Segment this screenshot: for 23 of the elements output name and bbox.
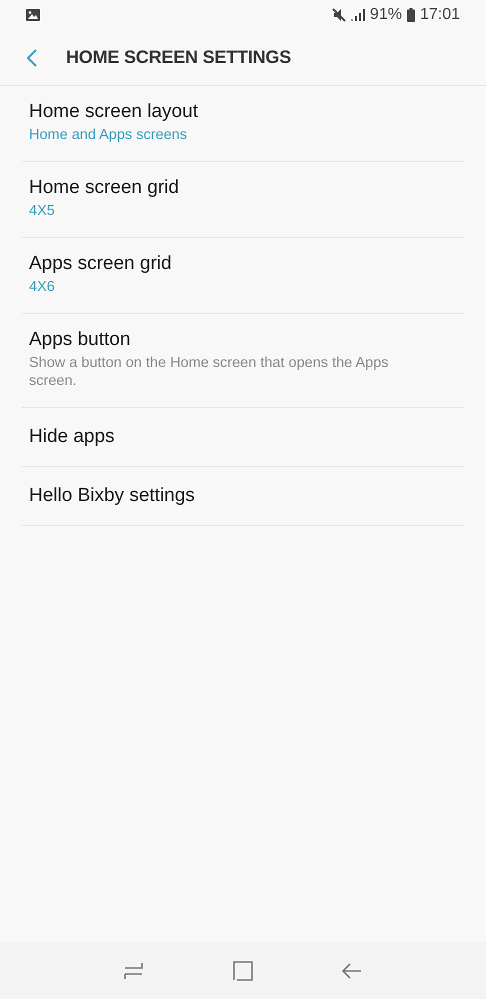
item-title: Home screen grid	[29, 177, 180, 199]
clock: 17:01	[420, 6, 460, 24]
signal-icon	[350, 9, 365, 21]
settings-item[interactable]: Apps screen grid 4X6	[22, 238, 464, 314]
image-icon	[26, 9, 40, 21]
item-value: Home and Apps screens	[29, 126, 188, 144]
item-title: Hello Bixby settings	[29, 485, 196, 507]
settings-item[interactable]: Hello Bixby settings	[22, 467, 464, 526]
item-description: Show a button on the Home screen that opens the Apps screen.	[29, 354, 390, 390]
item-title: Apps button	[29, 329, 132, 351]
page-title: HOME SCREEN SETTINGS	[66, 47, 292, 68]
settings-item[interactable]: Home screen layout Home and Apps screens	[22, 86, 464, 162]
item-value: 4X5	[29, 202, 56, 220]
item-title: Hide apps	[29, 426, 116, 448]
mute-icon	[332, 8, 346, 22]
battery-percentage: 91%	[370, 6, 402, 24]
item-title: Home screen layout	[29, 101, 199, 123]
settings-item[interactable]: Apps button Show a button on the Home screen that opens the Apps screen.	[22, 314, 464, 408]
settings-item[interactable]: Hide apps	[22, 408, 464, 467]
item-title: Apps screen grid	[29, 253, 173, 275]
settings-item[interactable]: Home screen grid 4X5	[22, 162, 464, 238]
item-value: 4X6	[29, 278, 56, 296]
battery-icon	[406, 8, 415, 22]
